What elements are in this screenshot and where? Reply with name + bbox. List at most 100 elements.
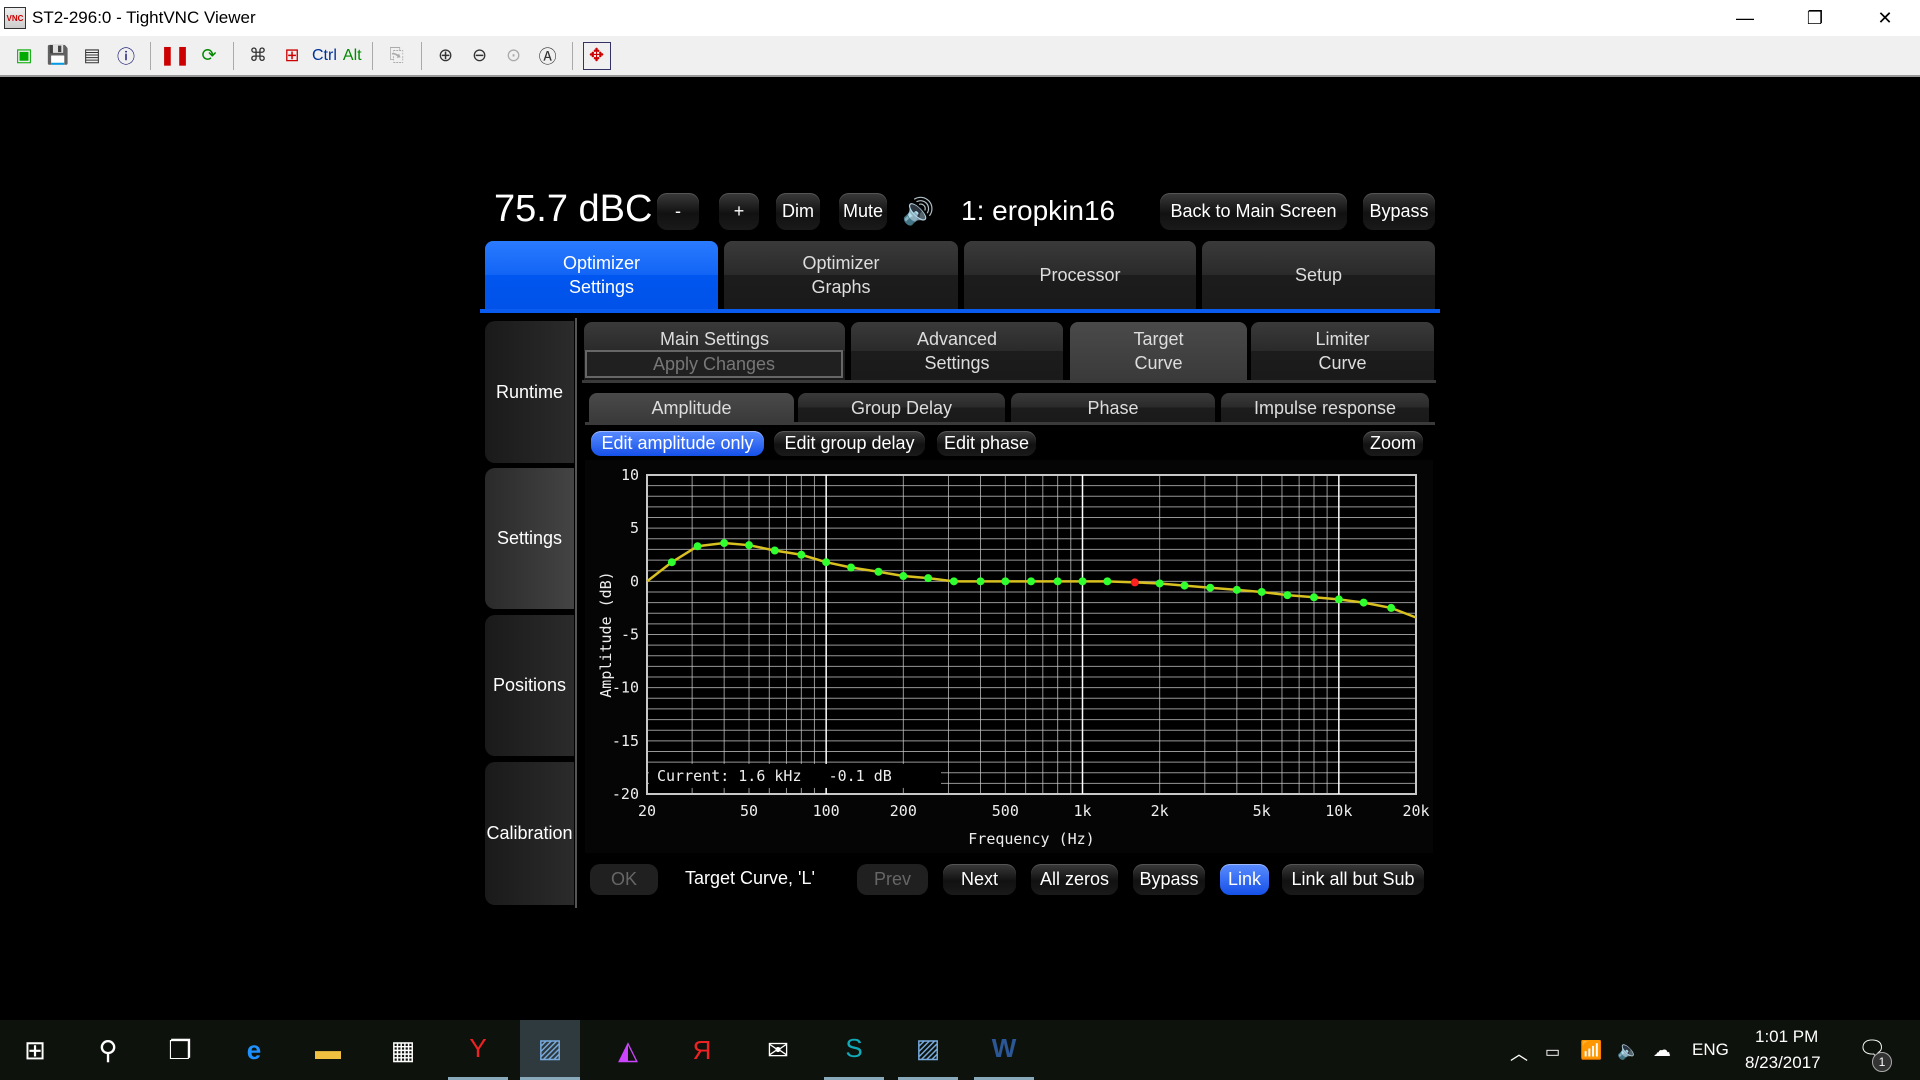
- y-tick-label: -5: [621, 626, 639, 644]
- yandex-icon[interactable]: Я: [672, 1020, 732, 1080]
- new-connection-icon[interactable]: ▣: [10, 42, 38, 70]
- tab-optimizer-settings[interactable]: Optimizer Settings: [485, 241, 718, 309]
- info-icon[interactable]: ⓘ: [112, 42, 140, 70]
- save-icon[interactable]: 💾: [44, 42, 72, 70]
- minimize-button[interactable]: —: [1710, 0, 1780, 36]
- zoom-button[interactable]: Zoom: [1363, 431, 1423, 456]
- apply-changes-button[interactable]: Apply Changes: [585, 350, 843, 378]
- options-icon[interactable]: ▤: [78, 42, 106, 70]
- volume-icon[interactable]: 🔈: [1617, 1040, 1639, 1061]
- search-icon[interactable]: ⚲: [78, 1020, 138, 1080]
- zoom-auto-icon[interactable]: Ⓐ: [534, 42, 562, 70]
- alt-key-button[interactable]: Alt: [343, 42, 362, 70]
- bypass-button[interactable]: Bypass: [1363, 193, 1435, 230]
- x-tick-label: 2k: [1151, 802, 1169, 820]
- tab-phase[interactable]: Phase: [1011, 393, 1215, 422]
- curve-point: [667, 558, 676, 567]
- subtab-underline: [582, 380, 1436, 383]
- image-viewer-icon[interactable]: ▨: [898, 1020, 958, 1080]
- clock-date[interactable]: 8/23/2017: [1745, 1053, 1821, 1073]
- link-button[interactable]: Link: [1220, 864, 1269, 895]
- close-button[interactable]: ✕: [1850, 0, 1920, 36]
- chart-panel: 10 5 0 -5 -10 -15 -20 20 50 100 200 500 1k 2k 5k 10k 20k…: [585, 460, 1433, 853]
- cloud-sync-icon[interactable]: ☁: [1653, 1040, 1671, 1061]
- language-indicator[interactable]: ENG: [1692, 1040, 1729, 1060]
- battery-icon[interactable]: ▭: [1545, 1042, 1560, 1062]
- edge-icon[interactable]: e: [224, 1020, 284, 1080]
- prev-button[interactable]: Prev: [857, 864, 928, 895]
- tab-limiter-curve[interactable]: Limiter Curve: [1251, 322, 1434, 380]
- tab-optimizer-graphs[interactable]: Optimizer Graphs: [724, 241, 958, 309]
- task-view-icon[interactable]: ❐: [150, 1020, 210, 1080]
- ok-button[interactable]: OK: [590, 864, 658, 895]
- x-tick-label: 20k: [1402, 802, 1429, 820]
- ctrl-alt-del-icon[interactable]: ⌘: [244, 42, 272, 70]
- edit-amplitude-only-button[interactable]: Edit amplitude only: [591, 431, 764, 456]
- mail-icon[interactable]: ✉: [748, 1020, 808, 1080]
- start-icon[interactable]: ⊞: [5, 1020, 65, 1080]
- sidebar-item-runtime[interactable]: Runtime: [485, 321, 574, 463]
- tab-amplitude[interactable]: Amplitude: [589, 393, 794, 422]
- calculator-icon[interactable]: ▦: [373, 1020, 433, 1080]
- zoom-100-icon[interactable]: ⊙: [500, 42, 528, 70]
- all-zeros-button[interactable]: All zeros: [1031, 864, 1118, 895]
- curve-point: [770, 546, 779, 555]
- word-icon[interactable]: W: [974, 1020, 1034, 1080]
- amplitude-chart[interactable]: 1050-5-10-15-2020 50 100 200 500 1k 2k 5k 10k 20k…: [585, 460, 1433, 853]
- volume-up-button[interactable]: +: [719, 193, 759, 230]
- tab-setup[interactable]: Setup: [1202, 241, 1435, 309]
- dim-button[interactable]: Dim: [776, 193, 820, 230]
- y-tick-label: -10: [612, 679, 639, 697]
- curve-point: [1078, 577, 1087, 586]
- y-tick-label: -15: [612, 732, 639, 750]
- sidebar-divider: [575, 318, 577, 908]
- curve-bypass-button[interactable]: Bypass: [1133, 864, 1205, 895]
- target-curve-label: Target Curve, 'L': [685, 868, 815, 888]
- mute-button[interactable]: Mute: [839, 193, 887, 230]
- back-to-main-screen-button[interactable]: Back to Main Screen: [1160, 193, 1347, 230]
- clock-time[interactable]: 1:01 PM: [1755, 1027, 1818, 1047]
- fullscreen-icon[interactable]: ✥: [582, 41, 611, 70]
- restore-button[interactable]: ❐: [1780, 0, 1850, 36]
- link-all-but-sub-button[interactable]: Link all but Sub: [1282, 864, 1424, 895]
- speaker-icon[interactable]: 🔊: [902, 196, 934, 227]
- windows-key-icon[interactable]: ⊞: [278, 42, 306, 70]
- tab-target-curve[interactable]: Target Curve: [1070, 322, 1247, 380]
- curve-point: [1001, 577, 1010, 586]
- x-tick-label: 200: [890, 802, 917, 820]
- x-tick-label: 1k: [1073, 802, 1091, 820]
- curve-point: [797, 550, 806, 559]
- ctrl-key-button[interactable]: Ctrl: [312, 42, 337, 70]
- x-tick-label: 10k: [1325, 802, 1352, 820]
- level-readout: 75.7 dBC: [494, 188, 653, 230]
- next-button[interactable]: Next: [943, 864, 1016, 895]
- tab-impulse-response[interactable]: Impulse response: [1221, 393, 1429, 422]
- edit-phase-button[interactable]: Edit phase: [937, 431, 1036, 456]
- pause-icon[interactable]: ❚❚: [160, 42, 190, 70]
- preset-name: 1: eropkin16: [961, 195, 1116, 226]
- sidebar-item-positions[interactable]: Positions: [485, 615, 574, 756]
- sidebar-item-calibration[interactable]: Calibration: [485, 762, 574, 905]
- zoom-in-icon[interactable]: ⊕: [432, 42, 460, 70]
- tab-processor[interactable]: Processor: [964, 241, 1196, 309]
- refresh-icon[interactable]: ⟳: [195, 42, 223, 70]
- photos-icon[interactable]: ▨: [520, 1020, 580, 1080]
- tab-group-delay[interactable]: Group Delay: [798, 393, 1005, 422]
- skype-icon[interactable]: S: [824, 1020, 884, 1080]
- file-explorer-icon[interactable]: ▬: [298, 1020, 358, 1080]
- wifi-warning-icon[interactable]: 📶: [1580, 1040, 1602, 1061]
- tray-chevron-icon[interactable]: ︿: [1510, 1040, 1528, 1066]
- curve-point: [1359, 598, 1368, 607]
- volume-down-button[interactable]: -: [657, 193, 699, 230]
- y-tick-label: 0: [630, 572, 639, 590]
- graphtab-underline: [585, 422, 1435, 425]
- yandex-browser-icon[interactable]: Y: [448, 1020, 508, 1080]
- sidebar-item-settings[interactable]: Settings: [485, 468, 574, 609]
- clipboard-icon[interactable]: ⎘: [383, 42, 411, 70]
- notification-badge: 1: [1872, 1052, 1892, 1072]
- color-app-icon[interactable]: ◭: [598, 1020, 658, 1080]
- edit-group-delay-button[interactable]: Edit group delay: [774, 431, 925, 456]
- zoom-out-icon[interactable]: ⊖: [466, 42, 494, 70]
- curve-point: [1334, 595, 1343, 604]
- tab-advanced-settings[interactable]: Advanced Settings: [851, 322, 1063, 380]
